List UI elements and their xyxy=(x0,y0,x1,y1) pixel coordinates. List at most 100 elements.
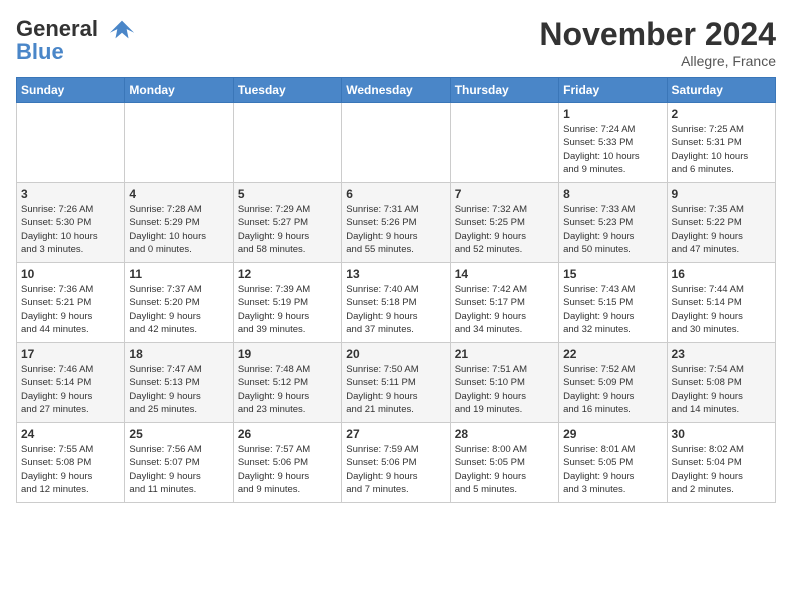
calendar-cell: 9 Sunrise: 7:35 AMSunset: 5:22 PMDaylight… xyxy=(667,183,775,263)
calendar-cell: 25Sunrise: 7:56 AMSunset: 5:07 PMDayligh… xyxy=(125,423,233,503)
day-info: Sunrise: 7:43 AMSunset: 5:15 PMDaylight:… xyxy=(563,283,662,336)
location: Allegre, France xyxy=(539,53,776,69)
day-number: 29 xyxy=(563,427,662,441)
day-info: Sunrise: 7:24 AMSunset: 5:33 PMDaylight:… xyxy=(563,123,662,176)
day-number: 5 xyxy=(238,187,337,201)
day-number: 3 xyxy=(21,187,120,201)
calendar-cell: 14 Sunrise: 7:42 AMSunset: 5:17 PMDayligh… xyxy=(450,263,558,343)
day-number: 18 xyxy=(129,347,228,361)
day-info: Sunrise: 7:59 AMSunset: 5:06 PMDaylight:… xyxy=(346,443,445,496)
calendar-cell xyxy=(342,103,450,183)
calendar-week-5: 24 Sunrise: 7:55 AMSunset: 5:08 PMDayligh… xyxy=(17,423,776,503)
day-number: 11 xyxy=(129,267,228,281)
day-info: Sunrise: 8:01 AMSunset: 5:05 PMDaylight:… xyxy=(563,443,662,496)
calendar-cell: 2Sunrise: 7:25 AMSunset: 5:31 PMDaylight… xyxy=(667,103,775,183)
day-number: 19 xyxy=(238,347,337,361)
day-number: 27 xyxy=(346,427,445,441)
calendar-cell xyxy=(17,103,125,183)
header-tuesday: Tuesday xyxy=(233,78,341,103)
title-block: November 2024 Allegre, France xyxy=(539,16,776,69)
day-info: Sunrise: 7:54 AMSunset: 5:08 PMDaylight:… xyxy=(672,363,771,416)
calendar-page: General Blue November 2024 Allegre, Fran… xyxy=(0,0,792,511)
calendar-cell: 28 Sunrise: 8:00 AMSunset: 5:05 PMDayligh… xyxy=(450,423,558,503)
day-number: 13 xyxy=(346,267,445,281)
calendar-cell: 11 Sunrise: 7:37 AMSunset: 5:20 PMDayligh… xyxy=(125,263,233,343)
day-info: Sunrise: 7:46 AMSunset: 5:14 PMDaylight:… xyxy=(21,363,120,416)
logo-line1: General xyxy=(16,16,98,41)
logo: General Blue xyxy=(16,16,136,64)
day-number: 24 xyxy=(21,427,120,441)
calendar-cell: 5 Sunrise: 7:29 AMSunset: 5:27 PMDaylight… xyxy=(233,183,341,263)
header-saturday: Saturday xyxy=(667,78,775,103)
weekday-header-row: Sunday Monday Tuesday Wednesday Thursday… xyxy=(17,78,776,103)
calendar-cell: 19 Sunrise: 7:48 AMSunset: 5:12 PMDayligh… xyxy=(233,343,341,423)
calendar-cell: 1 Sunrise: 7:24 AMSunset: 5:33 PMDaylight… xyxy=(559,103,667,183)
day-info: Sunrise: 7:39 AMSunset: 5:19 PMDaylight:… xyxy=(238,283,337,336)
day-info: Sunrise: 7:52 AMSunset: 5:09 PMDaylight:… xyxy=(563,363,662,416)
day-info: Sunrise: 7:29 AMSunset: 5:27 PMDaylight:… xyxy=(238,203,337,256)
day-info: Sunrise: 7:28 AMSunset: 5:29 PMDaylight:… xyxy=(129,203,228,256)
day-number: 8 xyxy=(563,187,662,201)
calendar-cell: 8Sunrise: 7:33 AMSunset: 5:23 PMDaylight… xyxy=(559,183,667,263)
calendar-cell: 24 Sunrise: 7:55 AMSunset: 5:08 PMDayligh… xyxy=(17,423,125,503)
logo-bird-icon xyxy=(108,16,136,44)
day-info: Sunrise: 7:55 AMSunset: 5:08 PMDaylight:… xyxy=(21,443,120,496)
calendar-table: Sunday Monday Tuesday Wednesday Thursday… xyxy=(16,77,776,503)
header-friday: Friday xyxy=(559,78,667,103)
calendar-cell: 29 Sunrise: 8:01 AMSunset: 5:05 PMDayligh… xyxy=(559,423,667,503)
day-number: 30 xyxy=(672,427,771,441)
calendar-week-4: 17Sunrise: 7:46 AMSunset: 5:14 PMDayligh… xyxy=(17,343,776,423)
calendar-cell: 18 Sunrise: 7:47 AMSunset: 5:13 PMDayligh… xyxy=(125,343,233,423)
day-number: 2 xyxy=(672,107,771,121)
day-number: 9 xyxy=(672,187,771,201)
header-wednesday: Wednesday xyxy=(342,78,450,103)
calendar-week-3: 10Sunrise: 7:36 AMSunset: 5:21 PMDayligh… xyxy=(17,263,776,343)
day-info: Sunrise: 7:48 AMSunset: 5:12 PMDaylight:… xyxy=(238,363,337,416)
calendar-cell: 3 Sunrise: 7:26 AMSunset: 5:30 PMDaylight… xyxy=(17,183,125,263)
calendar-cell xyxy=(233,103,341,183)
day-info: Sunrise: 7:32 AMSunset: 5:25 PMDaylight:… xyxy=(455,203,554,256)
day-number: 22 xyxy=(563,347,662,361)
day-number: 1 xyxy=(563,107,662,121)
day-number: 6 xyxy=(346,187,445,201)
calendar-cell: 20 Sunrise: 7:50 AMSunset: 5:11 PMDayligh… xyxy=(342,343,450,423)
calendar-cell: 30 Sunrise: 8:02 AMSunset: 5:04 PMDayligh… xyxy=(667,423,775,503)
header: General Blue November 2024 Allegre, Fran… xyxy=(16,16,776,69)
day-number: 26 xyxy=(238,427,337,441)
day-info: Sunrise: 7:26 AMSunset: 5:30 PMDaylight:… xyxy=(21,203,120,256)
calendar-cell: 15Sunrise: 7:43 AMSunset: 5:15 PMDayligh… xyxy=(559,263,667,343)
month-title: November 2024 xyxy=(539,16,776,53)
calendar-cell: 17Sunrise: 7:46 AMSunset: 5:14 PMDayligh… xyxy=(17,343,125,423)
calendar-cell: 16 Sunrise: 7:44 AMSunset: 5:14 PMDayligh… xyxy=(667,263,775,343)
day-info: Sunrise: 7:40 AMSunset: 5:18 PMDaylight:… xyxy=(346,283,445,336)
day-number: 21 xyxy=(455,347,554,361)
calendar-cell: 10Sunrise: 7:36 AMSunset: 5:21 PMDayligh… xyxy=(17,263,125,343)
day-info: Sunrise: 7:37 AMSunset: 5:20 PMDaylight:… xyxy=(129,283,228,336)
day-number: 16 xyxy=(672,267,771,281)
calendar-cell: 22 Sunrise: 7:52 AMSunset: 5:09 PMDayligh… xyxy=(559,343,667,423)
calendar-week-1: 1 Sunrise: 7:24 AMSunset: 5:33 PMDaylight… xyxy=(17,103,776,183)
day-info: Sunrise: 7:57 AMSunset: 5:06 PMDaylight:… xyxy=(238,443,337,496)
day-info: Sunrise: 8:02 AMSunset: 5:04 PMDaylight:… xyxy=(672,443,771,496)
header-monday: Monday xyxy=(125,78,233,103)
day-number: 28 xyxy=(455,427,554,441)
day-number: 4 xyxy=(129,187,228,201)
calendar-cell xyxy=(125,103,233,183)
calendar-cell: 4 Sunrise: 7:28 AMSunset: 5:29 PMDaylight… xyxy=(125,183,233,263)
day-info: Sunrise: 7:44 AMSunset: 5:14 PMDaylight:… xyxy=(672,283,771,336)
day-info: Sunrise: 8:00 AMSunset: 5:05 PMDaylight:… xyxy=(455,443,554,496)
day-info: Sunrise: 7:42 AMSunset: 5:17 PMDaylight:… xyxy=(455,283,554,336)
day-number: 20 xyxy=(346,347,445,361)
day-info: Sunrise: 7:50 AMSunset: 5:11 PMDaylight:… xyxy=(346,363,445,416)
calendar-cell: 23 Sunrise: 7:54 AMSunset: 5:08 PMDayligh… xyxy=(667,343,775,423)
calendar-cell xyxy=(450,103,558,183)
calendar-cell: 26 Sunrise: 7:57 AMSunset: 5:06 PMDayligh… xyxy=(233,423,341,503)
calendar-cell: 27 Sunrise: 7:59 AMSunset: 5:06 PMDayligh… xyxy=(342,423,450,503)
day-number: 10 xyxy=(21,267,120,281)
day-info: Sunrise: 7:31 AMSunset: 5:26 PMDaylight:… xyxy=(346,203,445,256)
day-number: 7 xyxy=(455,187,554,201)
day-number: 23 xyxy=(672,347,771,361)
day-info: Sunrise: 7:47 AMSunset: 5:13 PMDaylight:… xyxy=(129,363,228,416)
day-number: 14 xyxy=(455,267,554,281)
day-info: Sunrise: 7:35 AMSunset: 5:22 PMDaylight:… xyxy=(672,203,771,256)
